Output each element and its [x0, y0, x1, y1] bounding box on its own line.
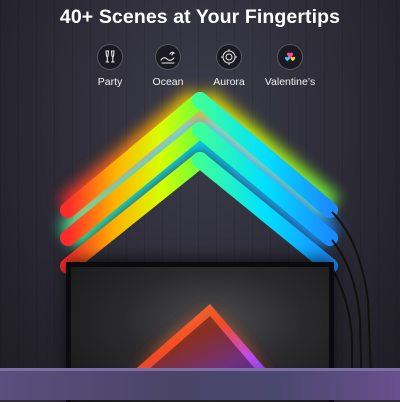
- tv-triangle-light: [118, 302, 280, 383]
- tv-cabinet: [0, 368, 400, 400]
- cabinet-edge: [0, 368, 400, 371]
